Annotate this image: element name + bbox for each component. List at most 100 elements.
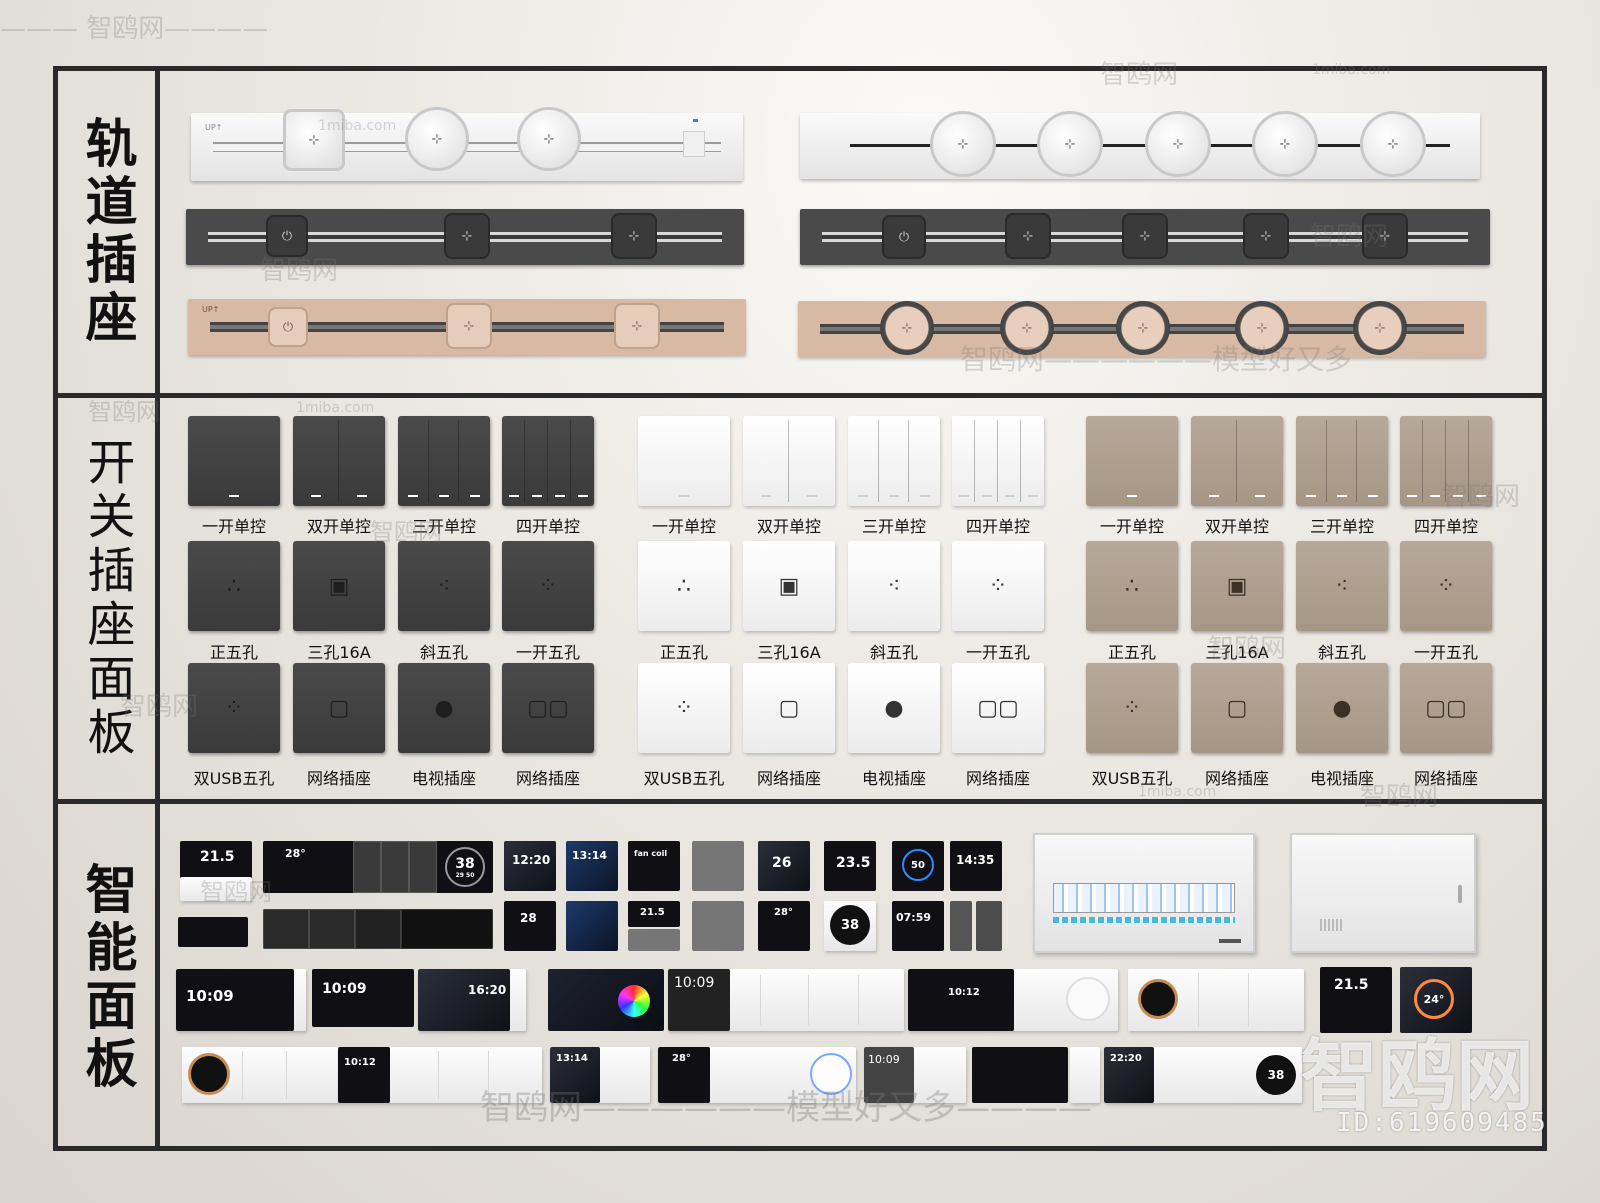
panel-label: 斜五孔 — [869, 643, 918, 662]
usb-icon: ⁘ — [224, 695, 244, 721]
switch-indicator — [229, 495, 239, 497]
socket-network-dark: ▢ — [293, 663, 385, 753]
switch-4-gang-white — [952, 416, 1044, 506]
network-port-icon: ▢ — [328, 695, 350, 721]
panel-label: 双USB五孔 — [1091, 769, 1173, 788]
socket-three-hole-16a-beige: ▣ — [1191, 541, 1283, 631]
smart-screen-thermostat: 23.5 — [824, 841, 876, 891]
socket-switched-five-hole-white: ⁘ — [952, 541, 1044, 631]
round-socket-module: ⊹ — [930, 111, 996, 177]
switch-key-divider — [1356, 420, 1358, 502]
smart-screen-thermostat: 21.5 — [628, 901, 680, 927]
smart-screen-thermostat: 28° — [758, 901, 810, 951]
track-socket-beige-right: ⊹ ⊹ ⊹ ⊹ ⊹ — [798, 301, 1486, 357]
smart-panel-long-white: 28° — [658, 1047, 856, 1103]
panel-key — [355, 909, 401, 949]
switch-indicator — [919, 495, 930, 497]
panel-label: 正五孔 — [1107, 643, 1156, 662]
switch-indicator — [554, 495, 565, 497]
round-socket-module: ⊹ — [1145, 111, 1211, 177]
panel-label: 一开五孔 — [1413, 643, 1478, 662]
switch-key-divider — [524, 420, 525, 502]
tv-port-icon: ● — [884, 695, 904, 721]
switch-indicator — [1127, 495, 1137, 497]
three-hole-16a-icon: ▣ — [1226, 573, 1248, 599]
switch-indicator — [1255, 495, 1265, 497]
socket-five-hole-white: ∴ — [638, 541, 730, 631]
smart-screen-lcd — [692, 841, 744, 891]
smart-screen-clock: 14:35 — [950, 841, 1002, 891]
smart-screen-lighting — [548, 969, 664, 1031]
vent-grille — [1320, 919, 1344, 931]
smart-panel-weather: 16:20 — [418, 969, 526, 1031]
panel-key — [401, 909, 493, 949]
smart-panel-keypad — [950, 901, 972, 951]
panel-screen: 10:12 — [338, 1047, 390, 1103]
switch-indicator — [577, 495, 588, 497]
color-wheel — [618, 985, 650, 1017]
smart-panel-round-dial: 38 — [824, 901, 876, 951]
section-title-panels: 开关插座面板 — [78, 436, 135, 761]
round-socket-module: ⊹ — [1360, 111, 1426, 177]
panel-key-divider — [286, 1051, 287, 1099]
panel-label: 三开单控 — [1309, 517, 1374, 536]
panel-label: 双开单控 — [756, 517, 821, 536]
panel-label: 网络插座 — [306, 769, 371, 788]
panel-key-divider — [858, 975, 859, 1025]
distribution-box-closed — [1290, 833, 1476, 953]
panel-key — [381, 841, 409, 893]
switch-key-divider — [974, 420, 975, 502]
switch-indicator — [1367, 495, 1378, 497]
panel-label: 网络插座 — [756, 769, 821, 788]
panel-label: 三孔16A — [757, 643, 821, 662]
panel-screen: 10:09 — [176, 969, 294, 1031]
smart-panel-grey — [628, 929, 680, 951]
switch-indicator — [508, 495, 519, 497]
switch-key-divider — [1236, 420, 1237, 502]
switch-key-divider — [338, 420, 339, 502]
switch-key-divider — [1445, 420, 1446, 502]
panel-label: 网络插座 — [515, 769, 580, 788]
panel-label: 电视插座 — [411, 769, 476, 788]
smart-screen-thermostat: 26 — [758, 841, 810, 891]
smart-screen-clock: 10:09 — [312, 969, 414, 1027]
panel-screen: 10:12 — [908, 969, 1014, 1031]
power-switch-module: ⏻ — [882, 215, 926, 259]
panel-label: 正五孔 — [209, 643, 258, 662]
panel-label: 斜五孔 — [419, 643, 468, 662]
panel-key-divider — [760, 975, 761, 1025]
smart-panel-mini — [178, 917, 248, 947]
switch-indicator — [1306, 495, 1317, 497]
five-hole-socket-icon: ⁘ — [1436, 573, 1456, 599]
socket-dual-usb-dark: ⁘ — [188, 663, 280, 753]
switch-indicator — [1406, 495, 1417, 497]
network-port-icon: ▢▢ — [977, 695, 1019, 721]
smart-screen-thermostat: 28 — [504, 901, 556, 951]
dial-ring — [1138, 979, 1178, 1019]
switch-indicator — [981, 495, 992, 497]
panel-label: 双USB五孔 — [193, 769, 275, 788]
panel-label: 四开单控 — [965, 517, 1030, 536]
smart-screen-clock: 12:20 — [504, 841, 556, 891]
switch-key-divider — [1325, 420, 1327, 502]
panel-screen: 28° — [658, 1047, 710, 1103]
panel-key-divider — [242, 1051, 243, 1099]
switch-indicator — [1337, 495, 1347, 497]
panel-label: 一开单控 — [1099, 517, 1164, 536]
switch-indicator — [1429, 495, 1440, 497]
round-socket-module: ⊹ — [1235, 301, 1289, 355]
switch-1-gang-beige — [1086, 416, 1178, 506]
square-socket-module: ⊹ — [611, 213, 657, 259]
switch-key-divider — [1020, 420, 1021, 502]
smart-panel-keypad — [976, 901, 1002, 951]
panel-label: 网络插座 — [1204, 769, 1269, 788]
round-socket-module: ⊹ — [880, 301, 934, 355]
panel-label: 双开单控 — [1204, 517, 1269, 536]
square-socket-module: ⊹ — [1005, 213, 1051, 259]
socket-dual-usb-white: ⁘ — [638, 663, 730, 753]
switch-indicator — [889, 495, 899, 497]
panel-key — [309, 909, 355, 949]
switch-key-divider — [1468, 420, 1469, 502]
square-socket-module: ⊹ — [444, 213, 490, 259]
panel-label: 一开五孔 — [965, 643, 1030, 662]
